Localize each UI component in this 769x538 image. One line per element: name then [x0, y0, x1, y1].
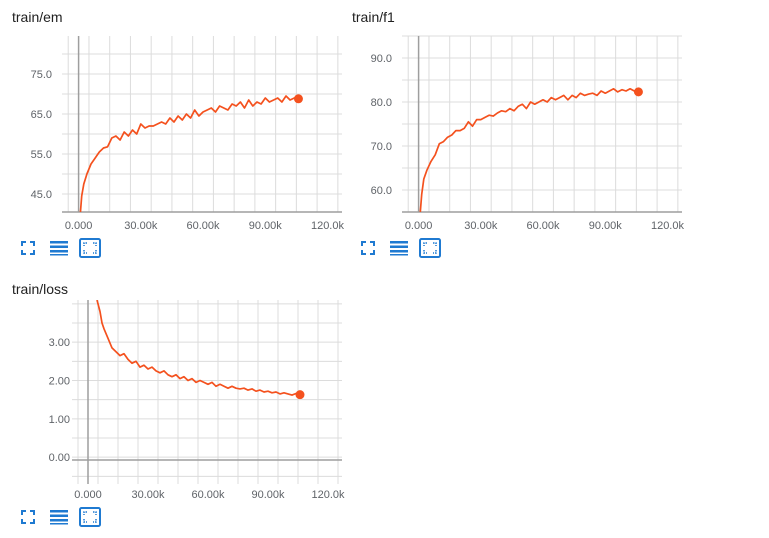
line-chart-loss[interactable]: 0.000 30.00k 60.00k 90.00k 120.0k 0.00 1.00 2.0…	[0, 272, 345, 538]
x-tick-label: 60.00k	[527, 220, 561, 232]
fit-domain-icon	[419, 237, 441, 263]
y-tick-label: 0.00	[49, 452, 70, 464]
toggle-log-button[interactable]	[48, 508, 70, 530]
y-tick-label: 75.0	[31, 69, 52, 81]
fullscreen-button[interactable]	[357, 239, 379, 261]
fullscreen-button[interactable]	[17, 508, 39, 530]
fit-domain-icon	[79, 237, 101, 263]
toggle-log-button[interactable]	[388, 239, 410, 261]
toggle-log-button[interactable]	[48, 239, 70, 261]
list-icon	[50, 509, 68, 530]
last-value-marker[interactable]	[633, 87, 643, 97]
x-tick-label: 30.00k	[464, 220, 498, 232]
last-value-marker[interactable]	[295, 390, 305, 400]
fit-domain-button[interactable]	[79, 237, 101, 263]
y-tick-label: 70.0	[371, 141, 392, 153]
y-tick-label: 3.00	[49, 337, 70, 349]
x-tick-label: 0.000	[74, 489, 102, 501]
list-icon	[50, 240, 68, 261]
fullscreen-icon	[21, 509, 35, 529]
x-tick-label: 30.00k	[131, 489, 165, 501]
y-tick-label: 1.00	[49, 414, 70, 426]
x-tick-label: 120.0k	[311, 489, 345, 501]
x-tick-label: 120.0k	[651, 220, 685, 232]
y-tick-label: 80.0	[371, 97, 392, 109]
chart-card-f1: train/f1 0.000 30.00k 60.00k 90.00k 120.0k 60…	[340, 0, 769, 265]
y-tick-label: 60.0	[371, 185, 392, 197]
fullscreen-button[interactable]	[17, 239, 39, 261]
x-tick-label: 60.00k	[191, 489, 225, 501]
x-tick-label: 90.00k	[249, 220, 283, 232]
series-line[interactable]	[419, 87, 639, 212]
fullscreen-icon	[21, 240, 35, 260]
x-tick-label: 60.00k	[187, 220, 221, 232]
chart-card-loss: train/loss 0.000 30.00k 60.00k 90.00k 120.0k…	[0, 272, 345, 538]
x-tick-label: 0.000	[65, 220, 93, 232]
y-tick-label: 2.00	[49, 376, 70, 388]
x-tick-label: 0.000	[405, 220, 433, 232]
chart-toolbar	[17, 237, 101, 263]
x-tick-label: 90.00k	[251, 489, 285, 501]
fit-domain-button[interactable]	[79, 506, 101, 532]
y-tick-label: 90.0	[371, 53, 392, 65]
y-tick-label: 55.0	[31, 149, 52, 161]
last-value-marker[interactable]	[293, 94, 303, 104]
x-tick-label: 30.00k	[124, 220, 158, 232]
fullscreen-icon	[361, 240, 375, 260]
fit-domain-button[interactable]	[419, 237, 441, 263]
line-chart-em[interactable]: 0.000 30.00k 60.00k 90.00k 120.0k45.055.065.…	[0, 0, 345, 265]
x-tick-label: 90.00k	[589, 220, 623, 232]
chart-card-em: train/em 0.000 30.00k 60.00k 90.00k 120.0k 45…	[0, 0, 345, 265]
list-icon	[390, 240, 408, 261]
chart-toolbar	[17, 506, 101, 532]
y-tick-label: 65.0	[31, 109, 52, 121]
chart-toolbar	[357, 237, 441, 263]
fit-domain-icon	[79, 506, 101, 532]
line-chart-f1[interactable]: 0.000 30.00k 60.00k 90.00k 120.0k 60.0 70.0 80.…	[340, 0, 769, 265]
y-tick-label: 45.0	[31, 189, 52, 201]
